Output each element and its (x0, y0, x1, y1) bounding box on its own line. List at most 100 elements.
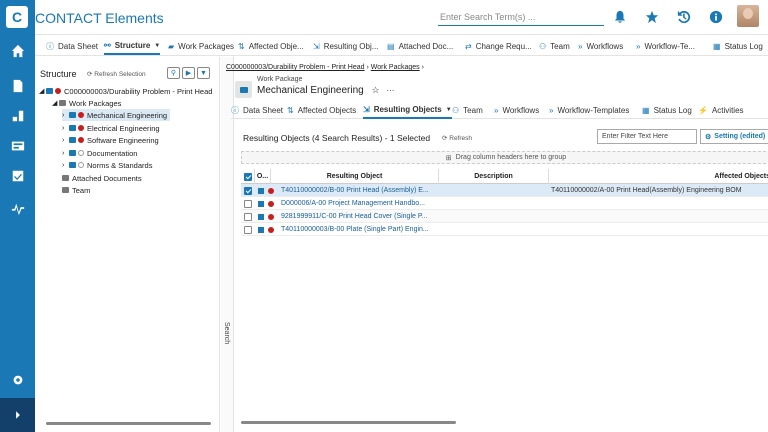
search-strip-label: Search (223, 322, 230, 345)
group-drop-zone[interactable]: ⊞ Drag column headers here to group (241, 151, 768, 164)
app-logo[interactable]: C (6, 6, 28, 28)
status-dot-icon (55, 88, 61, 94)
tab-team[interactable]: ⚇ Team (452, 102, 483, 119)
tab-label: Workflow-Templates (557, 106, 630, 115)
tab-affected-objects[interactable]: ⇅ Affected Obje... (238, 38, 304, 55)
info-icon: ⓘ (46, 42, 54, 51)
table-row[interactable]: T40110000002/B-00 Print Head (Assembly) … (241, 184, 768, 197)
filter-input[interactable] (597, 129, 697, 144)
activity-icon[interactable] (0, 196, 35, 220)
tab-label: Status Log (653, 106, 692, 115)
search-tree-button[interactable]: ⚲ (167, 67, 180, 79)
tab-workflow-templates[interactable]: » Workflow-Te... (636, 38, 695, 55)
tree-label: Electrical Engineering (87, 123, 160, 133)
setting-button[interactable]: ⚙ Setting (edited) (700, 129, 768, 144)
tab-workflow-templates[interactable]: » Workflow-Templates (549, 102, 629, 119)
tab-workflows[interactable]: » Workflows (578, 38, 623, 55)
row-checkbox[interactable] (244, 210, 252, 223)
results-scrollbar[interactable] (241, 421, 456, 424)
breadcrumb-root-link[interactable]: C000000003/Durability Problem - Print He… (226, 64, 365, 71)
tab-data-sheet[interactable]: ⓘ Data Sheet (46, 38, 98, 55)
change-nav-icon[interactable] (0, 134, 35, 158)
table-row[interactable]: 9281999911/C-00 Print Head Cover (Single… (241, 210, 768, 223)
table-header: O... Resulting Object Description Affect… (241, 169, 768, 184)
checkbox-icon (244, 186, 252, 195)
expand-menu-button[interactable]: ▼ (197, 67, 210, 79)
tab-team[interactable]: ⚇ Team (539, 38, 570, 55)
tab-activities[interactable]: ⚡ Activities (698, 102, 744, 119)
refresh-selection-button[interactable]: ⟳ Refresh Selection (87, 70, 146, 78)
tree-item-documentation[interactable]: › Documentation (62, 147, 137, 159)
notification-bell-icon[interactable] (612, 9, 628, 25)
setting-label: Setting (edited) (714, 133, 766, 140)
task-icon[interactable] (0, 164, 35, 188)
tree-root[interactable]: ◢ C000000003/Durability Problem - Print … (39, 85, 212, 97)
resulting-object-link[interactable]: D000006/A-00 Project Management Handbo..… (281, 197, 437, 210)
history-icon[interactable] (676, 9, 692, 25)
column-header-affected-objects[interactable]: Affected Objects (549, 169, 768, 184)
tab-change-requests[interactable]: ⇄ Change Requ... (465, 38, 532, 55)
tree-item-electrical-engineering[interactable]: › Electrical Engineering (62, 122, 160, 134)
tab-resulting-objects[interactable]: ⇲ Resulting Obj... (313, 38, 378, 55)
resulting-object-link[interactable]: T40110000003/B-00 Plate (Single Part) En… (281, 223, 437, 236)
tab-workflows[interactable]: » Workflows (494, 102, 539, 119)
resulting-icon: ⇲ (363, 105, 370, 114)
select-all-checkbox[interactable] (241, 169, 255, 184)
tab-resulting-objects[interactable]: ⇲ Resulting Objects ▼ (363, 102, 452, 119)
resulting-object-link[interactable]: T40110000002/B-00 Print Head (Assembly) … (281, 184, 437, 197)
tab-label: Team (550, 42, 570, 51)
row-checkbox[interactable] (244, 184, 252, 197)
tab-attached-documents[interactable]: ▤ Attached Doc... (387, 38, 453, 55)
app-title: CONTACT Elements (35, 10, 164, 26)
info-icon[interactable] (708, 9, 724, 25)
structure-nav-icon[interactable] (0, 104, 35, 128)
tab-label: Workflows (502, 106, 540, 115)
affected-icon: ⇅ (287, 106, 294, 115)
row-checkbox[interactable] (244, 223, 252, 236)
work-package-name: Mechanical Engineering (257, 85, 364, 96)
breadcrumb: C000000003/Durability Problem - Print He… (226, 64, 424, 71)
tab-status-log[interactable]: ▦ Status Log (642, 102, 692, 119)
home-icon[interactable] (0, 39, 35, 63)
tree-item-software-engineering[interactable]: › Software Engineering (62, 134, 159, 146)
breadcrumb-work-packages-link[interactable]: Work Packages (371, 64, 420, 71)
tree-work-packages[interactable]: ◢ Work Packages (52, 97, 121, 109)
checkbox-icon (244, 199, 252, 208)
tab-structure[interactable]: ⚯ Structure ▼ (104, 38, 161, 55)
description-cell (441, 210, 547, 223)
affected-object-cell (551, 223, 768, 236)
column-header-description[interactable]: Description (439, 169, 549, 184)
structure-panel: Structure ⟳ Refresh Selection ⚲ ▶ ▼ ◢ C0… (35, 57, 220, 432)
favorites-star-icon[interactable] (644, 9, 660, 25)
table-row[interactable]: T40110000003/B-00 Plate (Single Part) En… (241, 223, 768, 236)
status-dot-icon (78, 112, 84, 118)
tab-affected-objects[interactable]: ⇅ Affected Objects (287, 102, 356, 119)
structure-scrollbar[interactable] (46, 422, 211, 425)
resulting-object-link[interactable]: 9281999911/C-00 Print Head Cover (Single… (281, 210, 437, 223)
description-cell (441, 197, 547, 210)
tab-status-log[interactable]: ▦ Status Log (713, 38, 763, 55)
user-avatar[interactable] (737, 5, 759, 27)
tree-label: Work Packages (69, 98, 122, 108)
global-search-input[interactable] (438, 8, 604, 26)
object-type: Work Package (257, 76, 303, 83)
refresh-button[interactable]: ⟳ Refresh (442, 134, 472, 142)
table-row[interactable]: D000006/A-00 Project Management Handbo..… (241, 197, 768, 210)
expand-rail-button[interactable] (0, 398, 35, 432)
column-header-resulting-object[interactable]: Resulting Object (271, 169, 439, 184)
tree-team[interactable]: Team (62, 184, 90, 196)
tab-data-sheet[interactable]: ⓘ Data Sheet (231, 102, 283, 119)
row-checkbox[interactable] (244, 197, 252, 210)
settings-gear-icon[interactable] (0, 368, 35, 392)
column-header-o[interactable]: O... (255, 169, 271, 184)
tree-attached-documents[interactable]: Attached Documents (62, 172, 142, 184)
next-button[interactable]: ▶ (182, 67, 195, 79)
document-icon[interactable] (0, 74, 35, 98)
expand-arrow-icon: › (62, 149, 65, 157)
more-menu-icon[interactable]: ··· (386, 86, 394, 95)
tree-item-mechanical-engineering[interactable]: › Mechanical Engineering (62, 109, 171, 121)
tab-work-packages[interactable]: ▰ Work Packages (168, 38, 234, 55)
tree-item-norms-standards[interactable]: › Norms & Standards (62, 159, 152, 171)
favorite-star-icon[interactable]: ☆ (372, 85, 380, 95)
tab-label: Workflows (586, 42, 624, 51)
